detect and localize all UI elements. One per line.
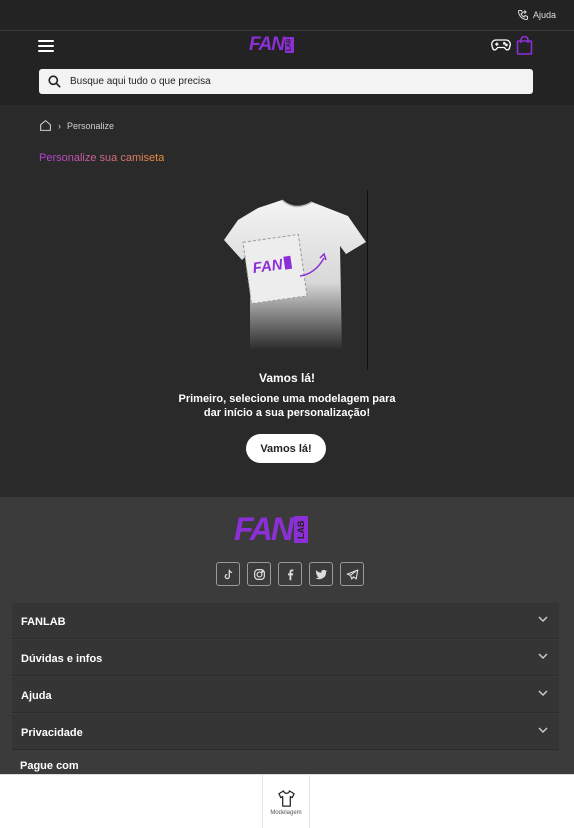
payment-label: Pague com — [20, 760, 79, 772]
footer-section-label: Privacidade — [21, 727, 83, 739]
shopping-bag-icon[interactable] — [516, 36, 533, 55]
tab-modelagem[interactable]: Modelagem — [262, 775, 310, 828]
gamepad-icon[interactable] — [491, 38, 511, 52]
footer-section-ajuda[interactable]: Ajuda — [12, 677, 559, 713]
bottom-bar: Modelagem — [0, 774, 574, 828]
social-links — [216, 562, 364, 586]
top-bar: Ajuda — [0, 0, 574, 30]
logo-suffix: LAB — [285, 37, 294, 53]
footer-section-duvidas[interactable]: Dúvidas e infos — [12, 640, 559, 676]
phone-icon — [517, 10, 528, 21]
chevron-down-icon — [538, 616, 548, 622]
site-logo[interactable]: FAN LAB — [249, 34, 294, 55]
footer-logo-text: FAN — [234, 510, 294, 547]
footer-section-label: FANLAB — [21, 616, 66, 628]
breadcrumb: › Personalize — [39, 119, 114, 132]
tab-modelagem-label: Modelagem — [270, 809, 302, 816]
help-link[interactable]: Ajuda — [517, 9, 556, 21]
start-button[interactable]: Vamos lá! — [246, 434, 326, 463]
breadcrumb-current: Personalize — [67, 120, 115, 131]
footer-section-fanlab[interactable]: FANLAB — [12, 603, 559, 639]
instagram-icon[interactable] — [247, 562, 271, 586]
footer-logo-suffix: LAB — [294, 515, 308, 543]
telegram-icon[interactable] — [340, 562, 364, 586]
tiktok-icon[interactable] — [216, 562, 240, 586]
preview-divider — [367, 190, 368, 370]
facebook-icon[interactable] — [278, 562, 302, 586]
footer-section-privacidade[interactable]: Privacidade — [12, 714, 559, 750]
chevron-down-icon — [538, 690, 548, 696]
help-label: Ajuda — [532, 10, 556, 20]
search-input[interactable] — [70, 76, 510, 87]
chevron-down-icon — [538, 727, 548, 733]
page-title: Personalize sua camiseta — [39, 152, 165, 164]
home-icon[interactable] — [39, 119, 52, 132]
footer-section-label: Ajuda — [21, 690, 52, 702]
breadcrumb-separator: › — [58, 120, 61, 131]
step-description: Primeiro, selecione uma modelagem para d… — [178, 393, 396, 419]
search-icon — [48, 75, 61, 88]
footer-logo[interactable]: FAN LAB — [234, 511, 308, 547]
chevron-down-icon — [538, 653, 548, 659]
menu-button[interactable] — [38, 40, 54, 52]
tshirt-preview: FAN — [224, 199, 366, 350]
tshirt-icon — [277, 789, 295, 807]
logo-text: FAN — [249, 34, 285, 55]
footer-section-label: Dúvidas e infos — [21, 653, 103, 665]
twitter-icon[interactable] — [309, 562, 333, 586]
search-bar[interactable] — [39, 69, 533, 94]
step-title: Vamos lá! — [258, 371, 316, 385]
